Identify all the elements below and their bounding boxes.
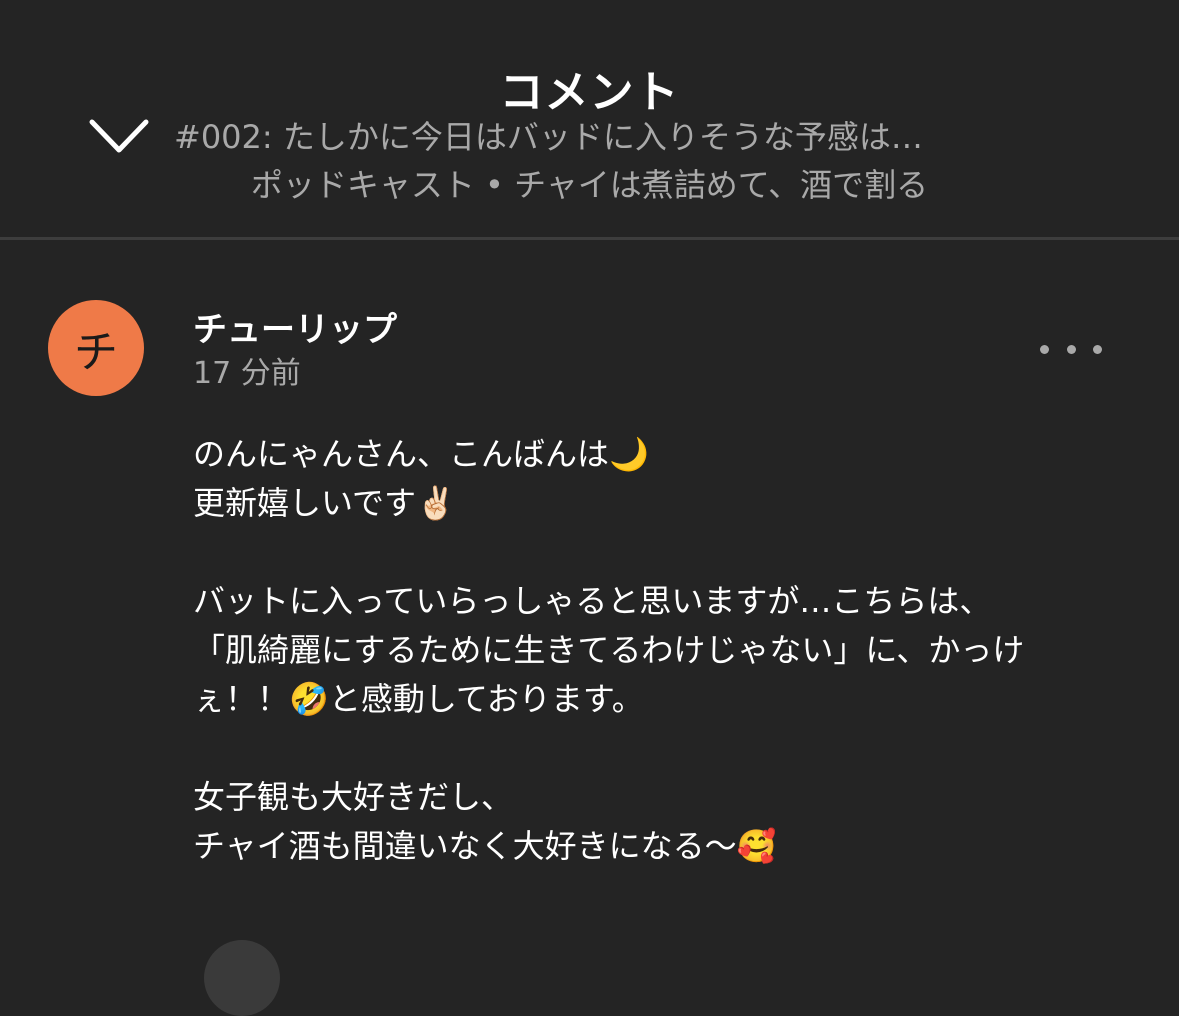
comment-line: のんにゃんさん、こんばんは🌙 — [193, 435, 649, 473]
reply-avatar[interactable] — [204, 940, 280, 1016]
avatar[interactable]: チ — [48, 300, 144, 396]
comment-body: のんにゃんさん、こんばんは🌙 更新嬉しいです✌🏻 バットに入っていらっしゃると思… — [193, 430, 1153, 871]
comment-line: ぇ！！🤣と感動しております。 — [193, 680, 644, 718]
collapse-button[interactable] — [86, 110, 152, 160]
episode-title[interactable]: #002: たしかに今日はバッドに入りそうな予感は… — [174, 112, 1074, 158]
comment-timestamp: 17 分前 — [193, 356, 301, 391]
comment-line: 更新嬉しいです✌🏻 — [193, 484, 456, 522]
more-horizontal-icon — [1093, 344, 1102, 354]
comment-username[interactable]: チューリップ — [193, 302, 397, 351]
comment-line: 「肌綺麗にするために生きてるわけじゃない」に、かっけ — [193, 631, 1025, 669]
comment-line: バットに入っていらっしゃると思いますが…こちらは、 — [193, 582, 992, 620]
comments-header: コメント #002: たしかに今日はバッドに入りそうな予感は… ポッドキャスト … — [0, 0, 1179, 238]
more-horizontal-icon — [1040, 344, 1049, 354]
page-title: コメント — [499, 67, 680, 118]
comment-line: 女子観も大好きだし、 — [193, 778, 514, 816]
comment-line: チャイ酒も間違いなく大好きになる〜🥰 — [193, 827, 777, 865]
more-horizontal-icon — [1066, 344, 1076, 354]
chevron-down-icon — [89, 119, 149, 153]
avatar-initial: チ — [74, 327, 118, 378]
comment-item: チ チューリップ 17 分前 のんにゃんさん、こんばんは🌙 更新嬉しいです✌🏻 … — [0, 240, 1179, 1016]
podcast-subtitle: ポッドキャスト • チャイは煮詰めて、酒で割る — [250, 166, 929, 204]
more-options-button[interactable] — [1040, 336, 1102, 362]
